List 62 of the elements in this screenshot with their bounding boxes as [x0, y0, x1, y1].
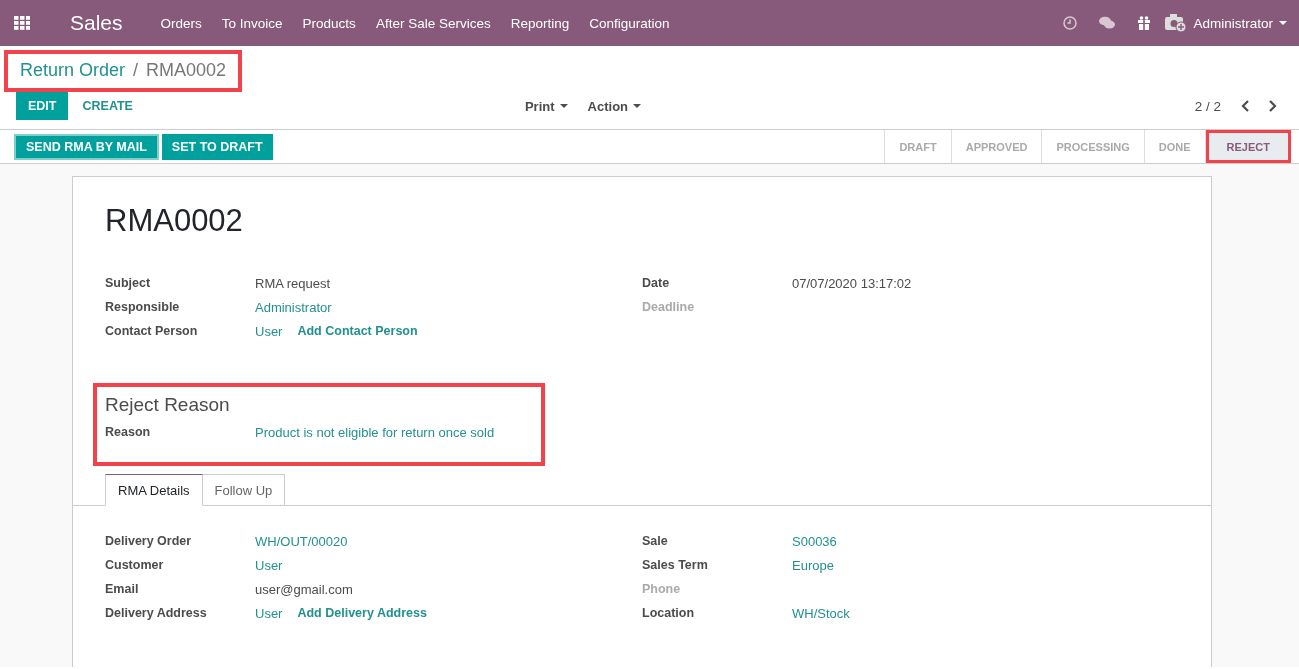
gift-icon[interactable] [1137, 16, 1152, 30]
field-label: Sales Term [642, 558, 709, 572]
tab[interactable]: RMA Details [105, 474, 203, 506]
field-label: Responsible [105, 300, 181, 314]
field-link[interactable]: Administrator [255, 299, 332, 315]
field-label: Delivery Address [105, 606, 208, 620]
add-link[interactable]: Add Delivery Address [297, 606, 427, 620]
field-label: Phone [642, 582, 682, 596]
field-link[interactable]: WH/Stock [792, 605, 850, 621]
status-stage[interactable]: DRAFT [885, 130, 952, 163]
field-label: Sale [642, 534, 669, 548]
field-label: Location [642, 606, 696, 620]
breadcrumb-separator: / [133, 60, 139, 81]
field-link[interactable]: User [255, 557, 283, 573]
field-label: Reason [105, 425, 152, 439]
field-link[interactable]: User [255, 323, 283, 339]
dropdown-button[interactable]: Print [514, 98, 578, 114]
status-stage[interactable]: DONE [1144, 130, 1206, 163]
clock-icon[interactable] [1063, 16, 1078, 30]
menu-item[interactable]: Products [302, 15, 356, 31]
field-label: Date [642, 276, 671, 290]
app-name: Sales [70, 11, 123, 35]
field-link[interactable]: User [255, 605, 283, 621]
field-value: 07/07/2020 13:17:02 [792, 275, 912, 291]
apps-grid-icon[interactable] [14, 16, 30, 30]
field-label: Delivery Order [105, 534, 193, 548]
menu-item[interactable]: Orders [160, 15, 202, 31]
section-title: Reject Reason [105, 394, 231, 416]
status-stage[interactable]: PROCESSING [1042, 130, 1145, 163]
user-menu[interactable]: Administrator [1165, 13, 1287, 33]
field-link[interactable]: Europe [792, 557, 834, 573]
field-label: Subject [105, 276, 152, 290]
add-link[interactable]: Add Contact Person [297, 324, 418, 338]
field-link[interactable]: S00036 [792, 533, 837, 549]
camera-avatar-icon [1165, 13, 1188, 33]
menu-item[interactable]: Configuration [589, 15, 670, 31]
breadcrumb-link[interactable]: Return Order [20, 60, 126, 81]
field-label: Contact Person [105, 324, 199, 338]
next-icon[interactable] [1268, 100, 1277, 112]
chat-icon[interactable] [1099, 16, 1116, 30]
field-label: Deadline [642, 300, 696, 314]
breadcrumb-current: RMA0002 [146, 60, 227, 81]
header-button[interactable]: SEND RMA BY MAIL [14, 133, 159, 160]
create-button[interactable]: CREATE [68, 99, 147, 113]
dropdown-button[interactable]: Action [577, 98, 652, 114]
pager: 2 / 2 [1194, 98, 1221, 114]
tab[interactable]: Follow Up [202, 474, 286, 506]
menu-item[interactable]: After Sale Services [375, 15, 491, 31]
field-label: Email [105, 582, 140, 596]
field-value: RMA request [255, 275, 331, 291]
edit-button[interactable]: EDIT [16, 92, 69, 120]
previous-icon[interactable] [1241, 100, 1250, 112]
record-title: RMA0002 [105, 203, 244, 239]
field-link[interactable]: Product is not eligible for return once sold [255, 424, 495, 440]
status-stage[interactable]: APPROVED [951, 130, 1043, 163]
menu-item[interactable]: To Invoice [221, 15, 283, 31]
header-button[interactable]: SET TO DRAFT [161, 133, 273, 160]
field-link[interactable]: WH/OUT/00020 [255, 533, 348, 549]
field-label: Customer [105, 558, 165, 572]
status-stage[interactable]: REJECT [1205, 130, 1291, 163]
menu-item[interactable]: Reporting [510, 15, 570, 31]
field-value: user@gmail.com [255, 581, 353, 597]
